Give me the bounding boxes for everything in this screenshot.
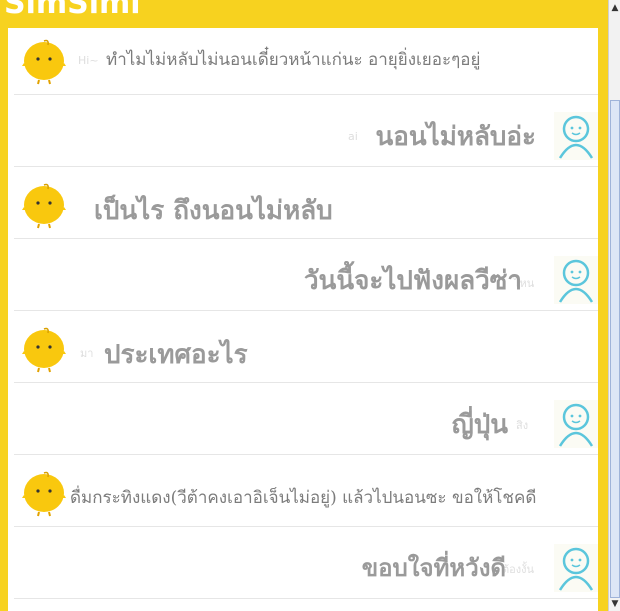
simsimi-chick-icon: [22, 183, 66, 229]
chat-row-simsimi: ดื่มกระทิงแดง(วีต้าคงเอาอิเจ็นไม่อยู่) แ…: [14, 454, 598, 527]
chat-row-simsimi: มา ประเทศอะไร: [14, 310, 598, 383]
chat-row-user: ไหน วันนี้จะไปฟังผลวีซ่า: [14, 238, 598, 311]
message-text: ขอบใจที่หวังดี: [361, 553, 506, 582]
simsimi-chick-icon: [22, 327, 66, 373]
ghost-text: มา: [80, 347, 94, 360]
chat-row-simsimi: Hi~ ทำไมไม่หลับไม่นอนเดี๋ยวหน้าแก่นะ อาย…: [14, 28, 598, 95]
message-text: เป็นไร ถึงนอนไม่หลับ: [94, 196, 333, 226]
user-outline-icon: [554, 112, 598, 160]
user-outline-icon: [554, 400, 598, 448]
ghost-text: Hi~: [78, 54, 99, 67]
ghost-text: ต้องงั้น: [502, 563, 535, 576]
arrow-down-icon[interactable]: ▼: [609, 598, 620, 610]
scrollbar-thumb[interactable]: [610, 100, 620, 598]
ghost-text: ai: [348, 130, 358, 143]
message-text: ญี่ปุ่น: [451, 410, 508, 440]
message-text: ทำไมไม่หลับไม่นอนเดี๋ยวหน้าแก่นะ อายุยิ่…: [106, 50, 481, 70]
simsimi-chick-icon: [22, 39, 66, 85]
ghost-text: สิง: [516, 419, 529, 432]
chat-row-user: ต้องงั้น ขอบใจที่หวังดี: [14, 526, 598, 599]
message-text: ประเทศอะไร: [104, 340, 248, 370]
brand-logo: SimSimi: [4, 0, 141, 21]
user-outline-icon: [554, 544, 598, 592]
chat-row-simsimi: เป็นไร ถึงนอนไม่หลับ: [14, 166, 598, 239]
vertical-scrollbar[interactable]: ▲ ▼: [608, 0, 620, 611]
user-outline-icon: [554, 256, 598, 304]
message-text: นอนไม่หลับอ่ะ: [375, 122, 536, 152]
message-text: วันนี้จะไปฟังผลวีซ่า: [303, 266, 522, 296]
message-text: ดื่มกระทิงแดง(วีต้าคงเอาอิเจ็นไม่อยู่) แ…: [70, 488, 537, 508]
chat-row-user: สิง ญี่ปุ่น: [14, 382, 598, 455]
chat-row-user: ai นอนไม่หลับอ่ะ: [14, 94, 598, 167]
simsimi-frame: SimSimi Hi~ ทำไมไม่หลับไม่นอนเดี๋ยวหน้าแ…: [0, 0, 608, 611]
chat-log[interactable]: Hi~ ทำไมไม่หลับไม่นอนเดี๋ยวหน้าแก่นะ อาย…: [8, 28, 598, 611]
arrow-up-icon[interactable]: ▲: [609, 2, 620, 14]
simsimi-chick-icon: [22, 471, 66, 517]
